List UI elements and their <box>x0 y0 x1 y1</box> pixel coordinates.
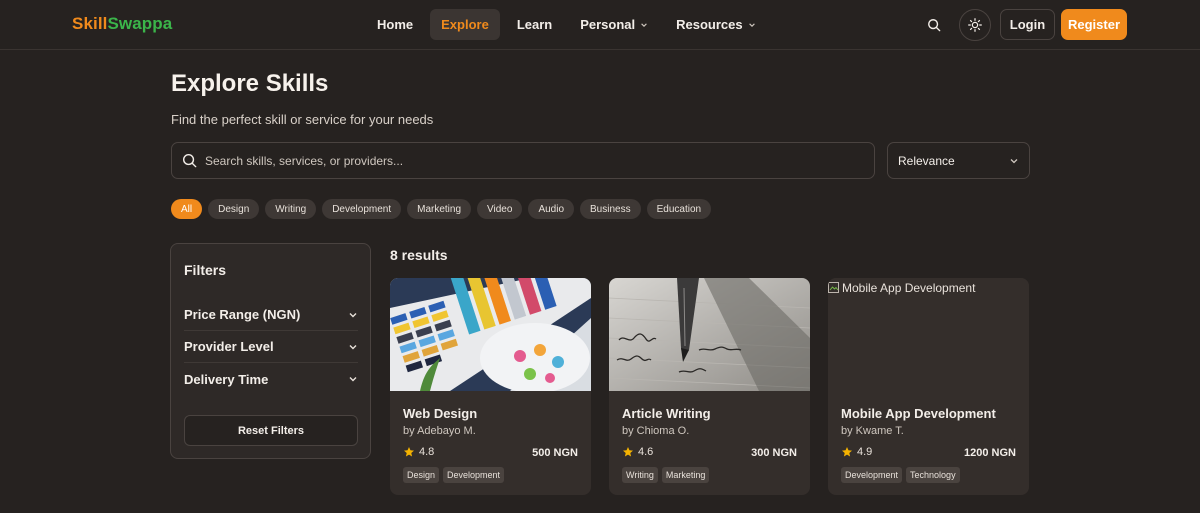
search-input[interactable] <box>205 153 845 168</box>
broken-image-icon <box>828 282 840 294</box>
chevron-down-icon <box>640 21 648 29</box>
chip-video[interactable]: Video <box>477 199 523 219</box>
nav-learn[interactable]: Learn <box>506 9 563 40</box>
star-icon <box>622 446 634 458</box>
tag: Development <box>443 467 505 483</box>
chip-marketing[interactable]: Marketing <box>407 199 472 219</box>
skill-card-web-design[interactable]: Web Design by Adebayo M. 4.8 500 NGN Des… <box>390 278 591 495</box>
chip-design[interactable]: Design <box>208 199 260 219</box>
logo-part-skill: Skill <box>72 14 108 33</box>
filter-label: Price Range (NGN) <box>184 307 301 322</box>
register-button[interactable]: Register <box>1061 9 1127 40</box>
login-button[interactable]: Login <box>1000 9 1055 40</box>
chip-business[interactable]: Business <box>580 199 641 219</box>
filter-delivery-time[interactable]: Delivery Time <box>184 363 358 395</box>
tag: Writing <box>622 467 658 483</box>
nav-home[interactable]: Home <box>366 9 424 40</box>
card-title: Article Writing <box>622 406 711 421</box>
nav-explore[interactable]: Explore <box>430 9 500 40</box>
chip-audio[interactable]: Audio <box>528 199 575 219</box>
card-provider: by Adebayo M. <box>403 425 476 437</box>
tag: Design <box>403 467 440 483</box>
filter-provider-level[interactable]: Provider Level <box>184 331 358 363</box>
skill-card-article-writing[interactable]: Article Writing by Chioma O. 4.6 300 NGN… <box>609 278 810 495</box>
chip-all[interactable]: All <box>171 199 203 219</box>
card-rating: 4.8 <box>403 446 434 458</box>
filter-price-range[interactable]: Price Range (NGN) <box>184 299 358 331</box>
card-image-color-swatches <box>390 278 591 391</box>
card-price: 500 NGN <box>532 447 578 459</box>
top-navbar: SkillSwappa Home Explore Learn Personal … <box>0 0 1200 50</box>
tag: Development <box>841 467 903 483</box>
nav-personal-label: Personal <box>580 17 636 32</box>
filter-label: Delivery Time <box>184 371 269 387</box>
star-icon <box>403 446 415 458</box>
page-subtitle: Find the perfect skill or service for yo… <box>171 112 434 127</box>
tag: Marketing <box>661 467 710 483</box>
sort-select[interactable]: Relevance <box>887 142 1030 179</box>
card-tags: Writing Marketing <box>622 467 710 483</box>
tag: Technology <box>906 467 960 483</box>
rating-value: 4.6 <box>638 446 654 458</box>
filters-panel: Filters Price Range (NGN) Provider Level… <box>170 243 371 459</box>
chip-writing[interactable]: Writing <box>265 199 317 219</box>
nav-resources-label: Resources <box>676 17 743 32</box>
theme-toggle-sun-icon[interactable] <box>959 9 991 41</box>
card-price: 1200 NGN <box>964 447 1016 459</box>
page-title: Explore Skills <box>171 70 329 97</box>
logo-part-swappa: Swappa <box>107 14 173 33</box>
rating-value: 4.9 <box>857 446 873 458</box>
card-price: 300 NGN <box>751 447 797 459</box>
broken-image-alt: Mobile App Development <box>828 281 975 295</box>
card-rating: 4.6 <box>622 446 653 458</box>
nav-explore-label: Explore <box>441 17 489 32</box>
card-title: Mobile App Development <box>841 406 996 421</box>
chevron-down-icon <box>1009 156 1019 166</box>
logo[interactable]: SkillSwappa <box>72 14 172 34</box>
search-icon[interactable] <box>922 13 946 37</box>
nav-learn-label: Learn <box>516 17 553 32</box>
chevron-down-icon <box>348 342 358 352</box>
rating-value: 4.8 <box>419 446 435 458</box>
card-image-broken: Mobile App Development <box>828 278 1029 391</box>
search-icon <box>182 153 197 168</box>
card-tags: Design Development <box>403 467 505 483</box>
chip-education[interactable]: Education <box>646 199 712 219</box>
reset-filters-button[interactable]: Reset Filters <box>184 415 358 446</box>
main-nav: Home Explore Learn Personal Resources <box>366 9 773 40</box>
card-provider: by Chioma O. <box>622 425 690 437</box>
card-rating: 4.9 <box>841 446 872 458</box>
chevron-down-icon <box>348 310 358 320</box>
image-alt-text: Mobile App Development <box>842 281 976 295</box>
nav-personal[interactable]: Personal <box>569 9 659 40</box>
card-provider: by Kwame T. <box>841 425 904 437</box>
nav-resources[interactable]: Resources <box>665 9 766 40</box>
skill-card-mobile-app-development[interactable]: Mobile App Development Mobile App Develo… <box>828 278 1029 495</box>
search-bar <box>171 142 875 179</box>
chevron-down-icon <box>348 374 358 384</box>
filters-title: Filters <box>184 262 227 278</box>
results-count: 8 results <box>390 247 448 263</box>
filter-label: Provider Level <box>184 339 274 354</box>
card-image-fountain-pen <box>609 278 810 391</box>
sort-selected-value: Relevance <box>898 153 955 168</box>
card-tags: Development Technology <box>841 467 960 483</box>
chevron-down-icon <box>748 21 756 29</box>
nav-home-label: Home <box>377 17 414 32</box>
category-chips: All Design Writing Development Marketing… <box>171 199 712 219</box>
chip-development[interactable]: Development <box>322 199 402 219</box>
card-title: Web Design <box>403 406 478 421</box>
star-icon <box>841 446 853 458</box>
